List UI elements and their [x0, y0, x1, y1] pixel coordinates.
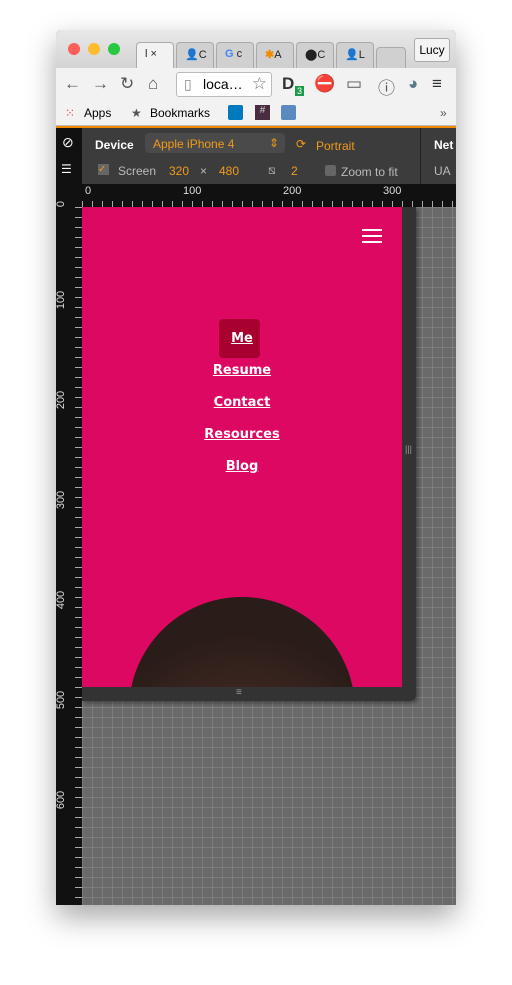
tab[interactable]: G c: [216, 42, 254, 68]
media-queries-icon[interactable]: ☰: [61, 162, 72, 176]
ruler-label: 100: [56, 290, 68, 310]
tab[interactable]: ⬤C: [296, 42, 334, 68]
tab[interactable]: 👤L: [336, 42, 374, 68]
ruler-label: 400: [56, 590, 68, 610]
tab-label: c: [236, 48, 243, 60]
maximize-window-button[interactable]: [108, 43, 120, 55]
tab[interactable]: ✱A: [256, 42, 294, 68]
close-window-button[interactable]: [68, 43, 80, 55]
ruler-label: 600: [56, 790, 68, 810]
close-tab-icon[interactable]: ×: [151, 48, 157, 60]
apps-bookmark[interactable]: Apps: [84, 106, 111, 120]
apps-icon: ⁙: [65, 106, 76, 120]
ua-label: UA: [434, 164, 451, 178]
star-icon: ★: [131, 106, 142, 120]
info-icon[interactable]: ⓘ: [378, 74, 395, 99]
device-value: Apple iPhone 4: [153, 137, 235, 151]
width-input[interactable]: 320: [169, 164, 189, 178]
bookmarks-folder[interactable]: Bookmarks: [150, 106, 210, 120]
ruler-label: 100: [183, 185, 202, 197]
ruler-left: 0 100 200 300 400 500 600: [56, 184, 82, 905]
address-text: loca…: [203, 76, 243, 92]
device-viewport: Me Resume Contact Resources Blog: [82, 207, 402, 687]
tab-label: C: [317, 49, 326, 61]
toolbar: ← → ↻ ⌂ ▯ loca… ☆ D 3 ⛔ ▭ ⓘ ◕ ≡: [56, 68, 456, 100]
tab-label: C: [198, 49, 207, 61]
network-label: Net: [434, 138, 454, 152]
orientation-button[interactable]: Portrait: [316, 139, 355, 153]
device-label: Device: [95, 138, 134, 152]
bookmarks-overflow[interactable]: »: [440, 106, 447, 120]
zoom-to-fit-label: Zoom to fit: [341, 165, 398, 179]
nav-link-resume[interactable]: Resume: [82, 363, 402, 378]
ruler-label: 300: [56, 490, 68, 510]
dpr-input[interactable]: 2: [291, 164, 298, 178]
ruler-label: 0: [85, 185, 92, 197]
screen-label: Screen: [118, 164, 157, 178]
tab-label: A: [274, 49, 282, 61]
height-input[interactable]: 480: [219, 164, 239, 178]
title-bar: l × 👤C G c ✱A ⬤C 👤L Lucy: [56, 30, 456, 68]
ruler-label: 500: [56, 690, 68, 710]
home-icon[interactable]: ⌂: [148, 74, 158, 94]
browser-window: l × 👤C G c ✱A ⬤C 👤L Lucy ← → ↻ ⌂ ▯ loca… ☆…: [56, 30, 456, 905]
ruler-top: 0 100 200 300: [82, 184, 456, 207]
tab-active[interactable]: l ×: [136, 42, 174, 68]
tab-label: L: [358, 49, 365, 61]
nav-link-contact[interactable]: Contact: [82, 395, 402, 410]
minimize-window-button[interactable]: [88, 43, 100, 55]
forward-icon[interactable]: →: [92, 74, 109, 94]
extension-badge: 3: [295, 86, 305, 96]
tab-label: l: [145, 48, 148, 60]
dpr-icon: ⧅: [268, 163, 276, 177]
reload-icon[interactable]: ↻: [120, 74, 134, 94]
rotate-icon[interactable]: ⟳: [296, 137, 306, 151]
slack-icon[interactable]: #: [255, 105, 270, 120]
device-select[interactable]: Apple iPhone 4 ⇕: [145, 133, 285, 153]
chevron-updown-icon: ⇕: [268, 136, 279, 150]
screen-checkbox[interactable]: ✓: [98, 164, 109, 175]
new-tab-button[interactable]: [376, 47, 406, 68]
page-icon: ▯: [184, 76, 192, 92]
zoom-to-fit-checkbox[interactable]: [325, 165, 336, 176]
back-icon[interactable]: ←: [64, 74, 81, 94]
nav-link-me[interactable]: Me: [82, 331, 402, 346]
hamburger-menu-icon[interactable]: [362, 229, 382, 247]
nav-link-blog[interactable]: Blog: [82, 459, 402, 474]
ruler-label: 0: [56, 200, 68, 208]
trello-icon[interactable]: [228, 105, 243, 120]
ruler-label: 200: [56, 390, 68, 410]
check-extension-icon[interactable]: ◕: [408, 74, 418, 94]
address-bar[interactable]: ▯ loca… ☆: [176, 72, 272, 97]
ruler-label: 300: [383, 185, 402, 197]
nav-link-resources[interactable]: Resources: [82, 427, 402, 442]
bookmarks-bar: ⁙ Apps ★ Bookmarks # »: [56, 100, 456, 126]
ruler-label: 200: [283, 185, 302, 197]
resize-handle-bottom[interactable]: ≡: [236, 687, 242, 698]
resize-handle-right[interactable]: |||: [405, 444, 412, 454]
adblock-icon[interactable]: ⛔: [314, 74, 335, 94]
star-icon[interactable]: ☆: [252, 74, 267, 94]
profile-photo: [129, 597, 355, 687]
disable-icon[interactable]: ⊘: [62, 134, 74, 151]
cast-icon[interactable]: ▭: [346, 74, 362, 94]
profile-button[interactable]: Lucy: [414, 38, 450, 62]
extension-d-icon[interactable]: D: [282, 74, 294, 94]
times-sign: ×: [200, 164, 208, 178]
tab[interactable]: 👤C: [176, 42, 214, 68]
menu-icon[interactable]: ≡: [432, 74, 442, 94]
clock-icon[interactable]: [281, 105, 296, 120]
device-mode-toolbar: ⊘ ☰ Device Apple iPhone 4 ⇕ ⟳ Portrait ✓ S…: [56, 126, 456, 186]
